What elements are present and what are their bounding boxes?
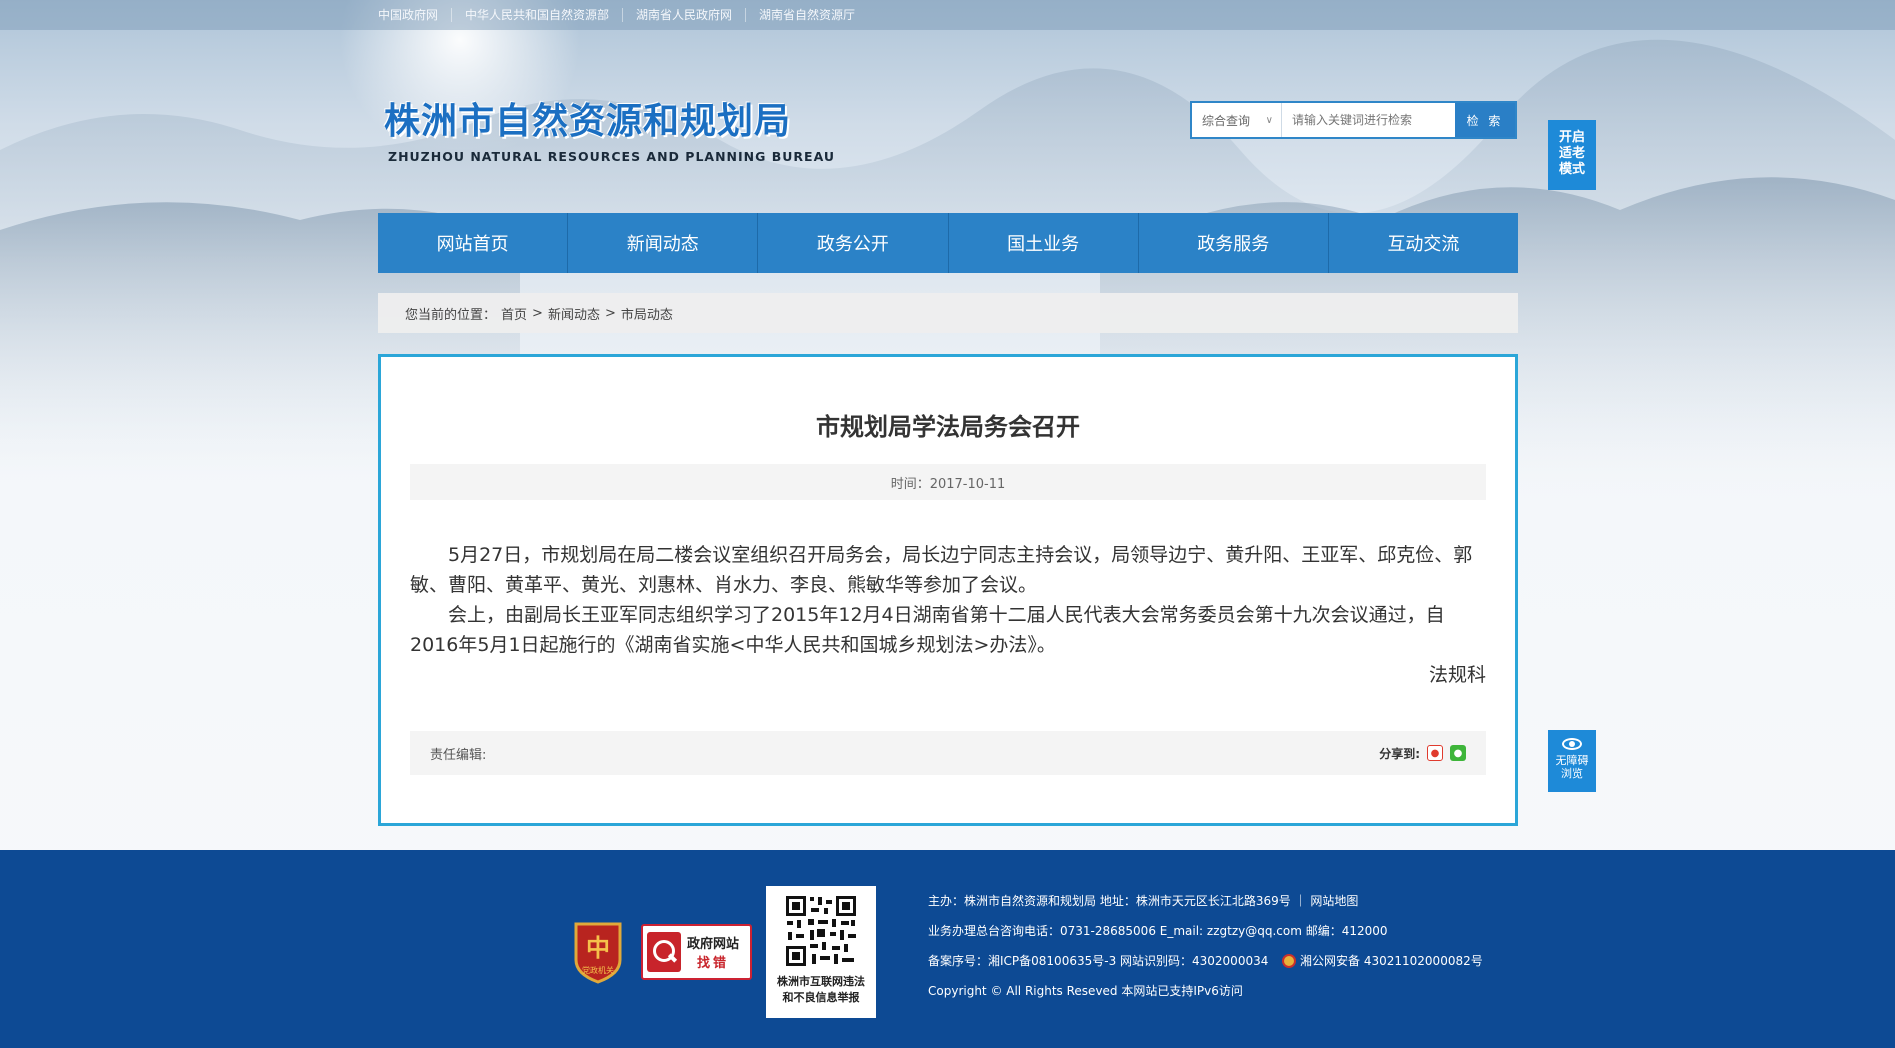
- site-logo[interactable]: 株洲市自然资源和规划局 ZHUZHOU NATURAL RESOURCES AN…: [384, 92, 835, 164]
- search-type-select[interactable]: 综合查询 ∨: [1192, 103, 1282, 137]
- logo-english-title: ZHUZHOU NATURAL RESOURCES AND PLANNING B…: [388, 149, 836, 164]
- eye-icon: [1562, 738, 1582, 750]
- wechat-icon[interactable]: ●: [1450, 745, 1466, 761]
- nav-item-news[interactable]: 新闻动态: [567, 213, 757, 273]
- elder-mode-button[interactable]: 开启 适老 模式: [1548, 120, 1596, 190]
- breadcrumb-home[interactable]: 首页: [501, 304, 527, 323]
- elder-mode-label-3: 模式: [1558, 162, 1585, 177]
- top-links: 中国政府网 中华人民共和国自然资源部 湖南省人民政府网 湖南省自然资源厅: [378, 0, 868, 30]
- qr-caption-line2: 和不良信息举报: [782, 991, 860, 1004]
- qr-caption-line1: 株洲市互联网违法: [777, 975, 865, 988]
- error-badge-line2: 找错: [697, 956, 730, 971]
- qr-caption: 株洲市互联网违法 和不良信息举报: [766, 974, 876, 1006]
- nav-item-gov-affairs[interactable]: 政务公开: [757, 213, 947, 273]
- article-footer-bar: 责任编辑: 分享到: ● ●: [410, 731, 1486, 775]
- gov-site-error-report-badge[interactable]: 政府网站 找错: [641, 924, 752, 980]
- breadcrumb-separator: >: [532, 305, 543, 321]
- share-group: 分享到: ● ●: [1379, 745, 1466, 762]
- chevron-down-icon: ∨: [1265, 114, 1273, 126]
- report-qr-card[interactable]: 株洲市互联网违法 和不良信息举报: [766, 886, 876, 1018]
- top-link-gov[interactable]: 中国政府网: [378, 8, 451, 22]
- svg-text:中: 中: [586, 934, 610, 962]
- breadcrumb-bureau-news[interactable]: 市局动态: [621, 304, 673, 323]
- accessibility-button[interactable]: 无障碍 浏览: [1548, 730, 1596, 792]
- breadcrumb-news[interactable]: 新闻动态: [548, 304, 600, 323]
- nav-item-land-business[interactable]: 国土业务: [947, 213, 1138, 273]
- article-signature: 法规科: [1428, 664, 1486, 686]
- nav-item-interaction[interactable]: 互动交流: [1327, 213, 1518, 273]
- search-input[interactable]: [1282, 103, 1455, 137]
- top-link-hunan-nr[interactable]: 湖南省自然资源厅: [745, 8, 868, 22]
- breadcrumb-prefix: 您当前的位置：: [405, 307, 497, 323]
- article-meta: 时间：2017-10-11: [410, 464, 1486, 500]
- party-government-badge-icon[interactable]: 中 党政机关: [572, 920, 624, 984]
- error-badge-line1: 政府网站: [687, 937, 740, 952]
- editor-label: 责任编辑:: [430, 747, 487, 763]
- share-label: 分享到:: [1379, 746, 1420, 761]
- footer-record-row: 备案序号：湘ICP备08100635号-3 网站识别码：4302000034 湘…: [928, 946, 1483, 976]
- search-bar: 综合查询 ∨ 检 索: [1190, 101, 1517, 139]
- elder-mode-label-1: 开启: [1558, 130, 1585, 145]
- article-time: 时间：2017-10-11: [890, 476, 1006, 492]
- top-link-hunan-gov[interactable]: 湖南省人民政府网: [622, 8, 745, 22]
- footer-info: 主办：株洲市自然资源和规划局 地址：株洲市天元区长江北路369号 ｜ 网站地图 …: [928, 886, 1483, 1006]
- main-nav: 网站首页 新闻动态 政务公开 国土业务 政务服务 互动交流: [378, 213, 1518, 273]
- police-badge-icon: [1282, 954, 1297, 968]
- magnifier-icon: [647, 932, 681, 972]
- party-badge-label: 党政机关: [582, 965, 614, 975]
- qr-code-icon: [784, 894, 858, 968]
- search-button[interactable]: 检 索: [1455, 103, 1515, 137]
- search-type-label: 综合查询: [1202, 113, 1251, 128]
- nav-item-gov-services[interactable]: 政务服务: [1137, 213, 1328, 273]
- top-link-mnr[interactable]: 中华人民共和国自然资源部: [451, 8, 622, 22]
- accessibility-label-1: 无障碍: [1555, 754, 1589, 767]
- breadcrumb-separator: >: [604, 305, 616, 321]
- breadcrumb: 您当前的位置： 首页 > 新闻动态 > 市局动态: [378, 293, 1518, 333]
- article-panel: 市规划局学法局务会召开 时间：2017-10-11 5月27日，市规划局在局二楼…: [378, 354, 1518, 826]
- top-link-bar: 中国政府网 中华人民共和国自然资源部 湖南省人民政府网 湖南省自然资源厅: [0, 0, 1895, 30]
- footer-contact-row: 业务办理总台咨询电话：0731-28685006 E_mail: zzgtzy@…: [928, 924, 1388, 938]
- article-body: 5月27日，市规划局在局二楼会议室组织召开局务会，局长边宁同志主持会议，局领导边…: [410, 540, 1486, 690]
- article-paragraph: 5月27日，市规划局在局二楼会议室组织召开局务会，局长边宁同志主持会议，局领导边…: [410, 544, 1473, 596]
- article-paragraph: 会上，由副局长王亚军同志组织学习了2015年12月4日湖南省第十二届人民代表大会…: [410, 604, 1445, 656]
- accessibility-label-2: 浏览: [1561, 767, 1583, 780]
- nav-item-home[interactable]: 网站首页: [378, 213, 567, 273]
- footer-icp[interactable]: 备案序号：湘ICP备08100635号-3 网站识别码：4302000034: [928, 954, 1268, 968]
- article-title: 市规划局学法局务会召开: [816, 413, 1080, 441]
- footer-police-record[interactable]: 湘公网安备 43021102000082号: [1300, 954, 1483, 968]
- logo-chinese-title: 株洲市自然资源和规划局: [384, 101, 792, 142]
- weibo-icon[interactable]: ●: [1427, 745, 1443, 761]
- elder-mode-label-2: 适老: [1558, 146, 1585, 161]
- footer-copyright-row: Copyright © All Rights Reseved 本网站已支持IPv…: [928, 984, 1243, 998]
- footer-host-row: 主办：株洲市自然资源和规划局 地址：株洲市天元区长江北路369号 ｜ 网站地图: [928, 894, 1359, 908]
